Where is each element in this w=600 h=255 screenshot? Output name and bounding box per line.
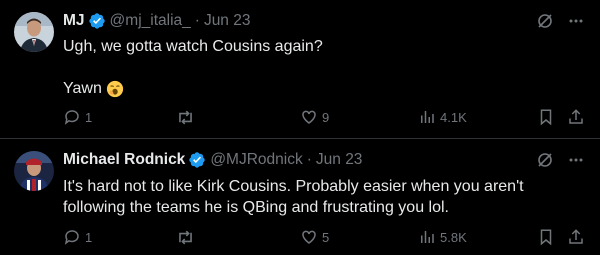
views-button[interactable]: 4.1K	[418, 108, 467, 126]
retweet-button[interactable]	[176, 228, 199, 247]
view-count: 5.8K	[440, 229, 467, 245]
more-options-icon[interactable]	[568, 13, 584, 29]
tweet-date[interactable]: Jun 23	[316, 151, 363, 169]
tweet-header: MJ @mj_italia_ · Jun 23	[63, 10, 250, 32]
like-count: 9	[322, 109, 330, 125]
retweet-icon	[179, 230, 192, 245]
retweet-button[interactable]	[176, 108, 199, 127]
verified-badge-icon	[88, 12, 106, 30]
reply-icon	[64, 110, 79, 125]
views-button[interactable]: 5.8K	[418, 228, 467, 246]
analytics-icon	[421, 111, 434, 123]
separator: ·	[306, 151, 312, 168]
tweet-text: Ugh, we gotta watch Cousins again? Yawn	[63, 36, 583, 99]
retweet-icon	[179, 110, 192, 125]
reply-icon	[64, 230, 79, 245]
heart-icon	[302, 230, 316, 244]
grok-icon[interactable]	[536, 151, 554, 169]
action-bar: 1 5 5.8K	[63, 228, 587, 248]
tweet-text: It's hard not to like Kirk Cousins. Prob…	[63, 178, 524, 216]
author-name[interactable]: MJ	[63, 12, 85, 30]
tweet-text-line: Ugh, we gotta watch Cousins again?	[63, 38, 323, 55]
author-handle[interactable]: @MJRodnick	[210, 151, 302, 169]
bookmark-icon	[540, 229, 552, 246]
share-button[interactable]	[567, 108, 585, 126]
separator: ·	[194, 12, 200, 29]
share-icon	[569, 229, 583, 244]
tweet-top-actions	[536, 10, 584, 32]
bookmark-button[interactable]	[537, 108, 555, 126]
avatar[interactable]	[14, 12, 54, 52]
like-button[interactable]: 9	[300, 108, 329, 126]
tweet[interactable]: Michael Rodnick @MJRodnick · Jun 23 It's…	[0, 139, 600, 255]
bookmark-button[interactable]	[537, 228, 555, 246]
reply-count: 1	[85, 109, 93, 125]
more-options-icon[interactable]	[568, 152, 584, 168]
share-button[interactable]	[567, 228, 585, 246]
reply-button[interactable]: 1	[63, 108, 92, 126]
share-icon	[569, 109, 583, 124]
action-bar: 1 9 4.1K	[63, 108, 587, 128]
grok-icon[interactable]	[536, 12, 554, 30]
tweet[interactable]: MJ @mj_italia_ · Jun 23 Ugh, we gotta wa…	[0, 0, 600, 139]
yawning-face-icon	[106, 80, 124, 98]
reply-count: 1	[85, 229, 93, 245]
author-handle[interactable]: @mj_italia_	[110, 12, 191, 30]
tweet-date[interactable]: Jun 23	[204, 12, 251, 30]
author-name[interactable]: Michael Rodnick	[63, 151, 185, 169]
tweet-top-actions	[536, 149, 584, 171]
tweet-text-line: Yawn	[63, 80, 102, 97]
like-count: 5	[322, 229, 330, 245]
avatar[interactable]	[14, 151, 54, 191]
analytics-icon	[421, 231, 434, 243]
tweet-header: Michael Rodnick @MJRodnick · Jun 23	[63, 149, 362, 171]
reply-button[interactable]: 1	[63, 228, 92, 246]
view-count: 4.1K	[440, 109, 467, 125]
bookmark-icon	[540, 109, 552, 126]
heart-icon	[302, 110, 316, 124]
verified-badge-icon	[188, 151, 206, 169]
like-button[interactable]: 5	[300, 228, 329, 246]
